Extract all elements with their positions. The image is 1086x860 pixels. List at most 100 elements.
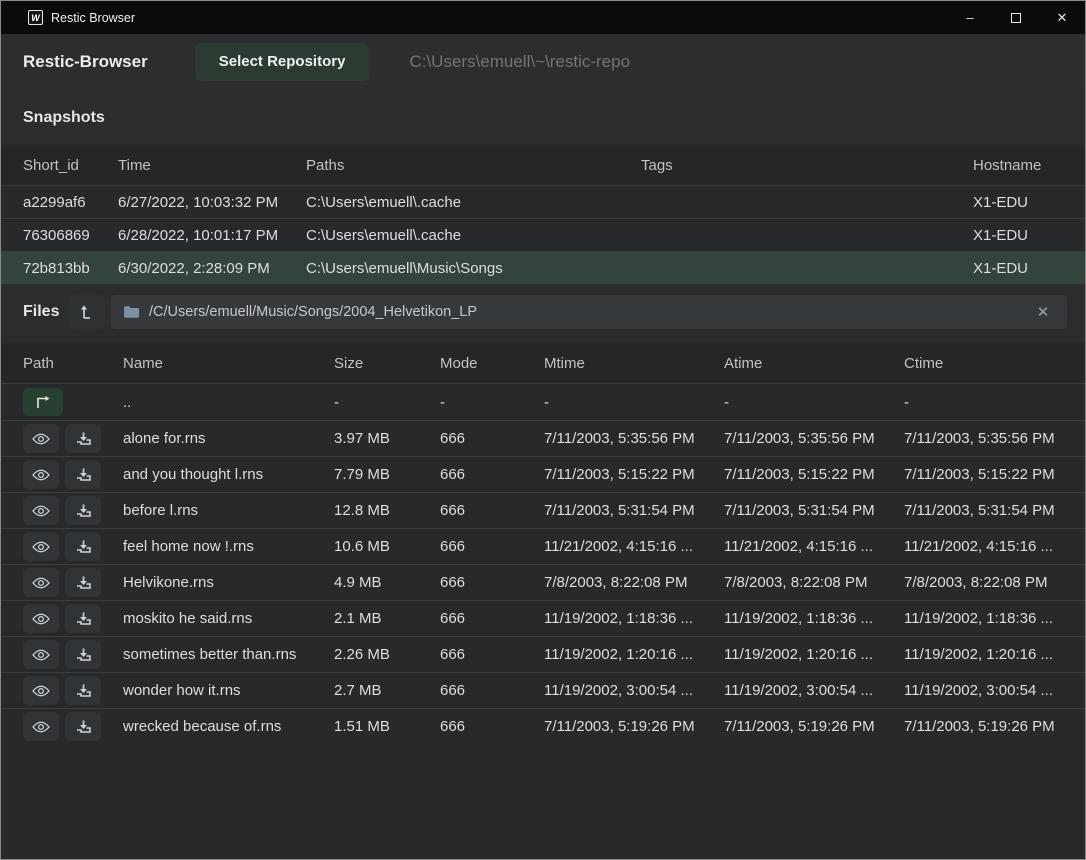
preview-file-button[interactable] <box>23 460 59 489</box>
snapshot-hostname: X1-EDU <box>973 227 1063 244</box>
current-path-bar[interactable]: /C/Users/emuell/Music/Songs/2004_Helveti… <box>111 295 1067 329</box>
file-size: 12.8 MB <box>334 502 440 519</box>
file-size: 4.9 MB <box>334 574 440 591</box>
snapshot-paths: C:\Users\emuell\.cache <box>306 194 641 211</box>
file-name: wonder how it.rns <box>123 682 334 699</box>
file-atime: 11/19/2002, 1:18:36 ... <box>724 610 904 627</box>
file-name: sometimes better than.rns <box>123 646 334 663</box>
snapshot-row[interactable]: 72b813bb 6/30/2022, 2:28:09 PM C:\Users\… <box>1 251 1085 284</box>
col-header-short-id: Short_id <box>23 157 118 174</box>
eye-icon <box>32 505 50 517</box>
file-ctime: 11/19/2002, 3:00:54 ... <box>904 682 1063 699</box>
preview-file-button[interactable] <box>23 568 59 597</box>
preview-file-button[interactable] <box>23 712 59 741</box>
minimize-button[interactable]: – <box>947 1 993 34</box>
file-atime: 11/19/2002, 1:20:16 ... <box>724 646 904 663</box>
close-icon: ✕ <box>1057 10 1068 26</box>
file-atime: 7/11/2003, 5:19:26 PM <box>724 718 904 735</box>
titlebar: W Restic Browser – ✕ <box>1 1 1085 34</box>
download-file-button[interactable] <box>65 712 101 741</box>
file-mtime: 11/19/2002, 1:20:16 ... <box>544 646 724 663</box>
close-button[interactable]: ✕ <box>1039 1 1085 34</box>
file-mtime: 11/21/2002, 4:15:16 ... <box>544 538 724 555</box>
col-header-atime: Atime <box>724 355 904 372</box>
file-ctime: 7/11/2003, 5:35:56 PM <box>904 430 1063 447</box>
app-title: Restic-Browser <box>23 52 148 72</box>
file-name: and you thought l.rns <box>123 466 334 483</box>
snapshot-row[interactable]: a2299af6 6/27/2022, 10:03:32 PM C:\Users… <box>1 185 1085 218</box>
download-file-button[interactable] <box>65 568 101 597</box>
file-size: 7.79 MB <box>334 466 440 483</box>
select-repository-button[interactable]: Select Repository <box>195 43 370 81</box>
file-row[interactable]: before l.rns 12.8 MB 666 7/11/2003, 5:31… <box>1 492 1085 528</box>
file-mode: 666 <box>440 430 544 447</box>
download-file-button[interactable] <box>65 640 101 669</box>
file-row[interactable]: wonder how it.rns 2.7 MB 666 11/19/2002,… <box>1 672 1085 708</box>
preview-file-button[interactable] <box>23 676 59 705</box>
file-row[interactable]: wrecked because of.rns 1.51 MB 666 7/11/… <box>1 708 1085 744</box>
arrow-up-right-icon <box>35 396 52 409</box>
file-row[interactable]: moskito he said.rns 2.1 MB 666 11/19/200… <box>1 600 1085 636</box>
col-header-name: Name <box>123 355 334 372</box>
file-name: before l.rns <box>123 502 334 519</box>
file-size: 2.7 MB <box>334 682 440 699</box>
file-row[interactable]: sometimes better than.rns 2.26 MB 666 11… <box>1 636 1085 672</box>
col-header-mode: Mode <box>440 355 544 372</box>
parent-row-atime: - <box>724 394 904 411</box>
file-row[interactable]: and you thought l.rns 7.79 MB 666 7/11/2… <box>1 456 1085 492</box>
file-atime: 7/11/2003, 5:15:22 PM <box>724 466 904 483</box>
clear-path-button[interactable]: ✕ <box>1031 300 1055 324</box>
parent-row-mode: - <box>440 394 544 411</box>
preview-file-button[interactable] <box>23 496 59 525</box>
col-header-ctime: Ctime <box>904 355 1063 372</box>
files-bar: Files /C/Users/emuell/Music/Songs/2004_H… <box>1 284 1085 343</box>
preview-file-button[interactable] <box>23 640 59 669</box>
app-header: Restic-Browser Select Repository C:\User… <box>1 34 1085 89</box>
file-row[interactable]: feel home now !.rns 10.6 MB 666 11/21/20… <box>1 528 1085 564</box>
file-row[interactable]: Helvikone.rns 4.9 MB 666 7/8/2003, 8:22:… <box>1 564 1085 600</box>
eye-icon <box>32 649 50 661</box>
parent-directory-button[interactable] <box>23 388 63 416</box>
eye-icon <box>32 721 50 733</box>
parent-row-name: .. <box>123 394 334 411</box>
file-row[interactable]: alone for.rns 3.97 MB 666 7/11/2003, 5:3… <box>1 420 1085 456</box>
download-icon <box>76 432 91 446</box>
eye-icon <box>32 433 50 445</box>
file-atime: 7/8/2003, 8:22:08 PM <box>724 574 904 591</box>
parent-row-ctime: - <box>904 394 1063 411</box>
col-header-time: Time <box>118 157 306 174</box>
wails-logo-icon: W <box>28 10 43 25</box>
file-ctime: 11/21/2002, 4:15:16 ... <box>904 538 1063 555</box>
download-file-button[interactable] <box>65 424 101 453</box>
snapshot-paths: C:\Users\emuell\.cache <box>306 227 641 244</box>
go-up-level-button[interactable] <box>69 295 105 329</box>
eye-icon <box>32 469 50 481</box>
download-file-button[interactable] <box>65 676 101 705</box>
download-file-button[interactable] <box>65 460 101 489</box>
preview-file-button[interactable] <box>23 532 59 561</box>
parent-directory-row[interactable]: .. - - - - - <box>1 383 1085 420</box>
preview-file-button[interactable] <box>23 604 59 633</box>
snapshot-hostname: X1-EDU <box>973 260 1063 277</box>
col-header-hostname: Hostname <box>973 157 1063 174</box>
app-window: W Restic Browser – ✕ Restic-Browser Sele… <box>0 0 1086 860</box>
download-icon <box>76 612 91 626</box>
maximize-icon <box>1011 13 1021 23</box>
file-mtime: 7/11/2003, 5:19:26 PM <box>544 718 724 735</box>
col-header-tags: Tags <box>641 157 973 174</box>
download-file-button[interactable] <box>65 604 101 633</box>
file-mtime: 7/11/2003, 5:35:56 PM <box>544 430 724 447</box>
snapshot-row[interactable]: 76306869 6/28/2022, 10:01:17 PM C:\Users… <box>1 218 1085 251</box>
download-file-button[interactable] <box>65 532 101 561</box>
maximize-button[interactable] <box>993 1 1039 34</box>
parent-row-size: - <box>334 394 440 411</box>
download-icon <box>76 576 91 590</box>
snapshot-paths: C:\Users\emuell\Music\Songs <box>306 260 641 277</box>
download-file-button[interactable] <box>65 496 101 525</box>
eye-icon <box>32 541 50 553</box>
col-header-paths: Paths <box>306 157 641 174</box>
file-ctime: 7/11/2003, 5:19:26 PM <box>904 718 1063 735</box>
file-name: moskito he said.rns <box>123 610 334 627</box>
file-size: 2.26 MB <box>334 646 440 663</box>
preview-file-button[interactable] <box>23 424 59 453</box>
